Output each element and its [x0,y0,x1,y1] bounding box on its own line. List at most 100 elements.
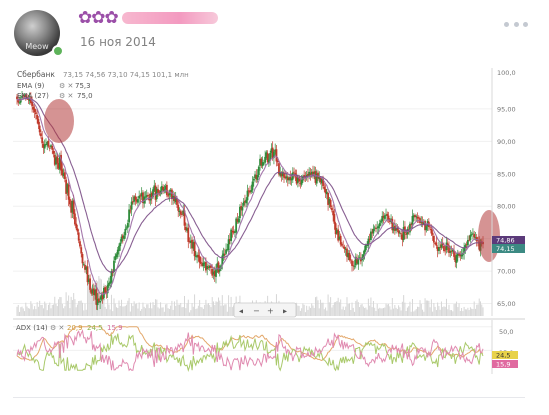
volume-bar [81,302,83,316]
candle-body [343,246,346,250]
volume-bar [221,295,223,316]
candle-body [52,150,55,154]
volume-bar [75,307,77,316]
ema27-settings-icon[interactable]: ⚙ ✕ [59,92,73,100]
post-header: Meow ✿✿✿ 16 ноя 2014 [0,0,549,70]
volume-bar [180,302,182,316]
candle-body [415,215,418,217]
volume-bar [206,304,208,316]
volume-bar [79,300,81,316]
volume-bar [20,307,22,316]
more-options-button[interactable] [504,17,528,31]
volume-bar [410,311,412,316]
volume-bar [371,307,373,316]
candle-body [425,226,428,231]
highlight-ellipse-left [44,99,74,143]
volume-bar [476,304,478,316]
post-date[interactable]: 16 ноя 2014 [80,35,156,49]
volume-bar [314,297,316,316]
candle-body [41,137,44,144]
volume-bar [138,302,140,316]
candle-body [74,213,76,225]
candle-body [147,194,149,197]
volume-bar [417,306,419,316]
volume-bar [303,304,305,316]
volume-bar [224,304,226,316]
volume-bar [80,300,82,316]
volume-bar [342,306,344,316]
volume-bar [121,299,123,316]
ema27-label: EMA (27) [17,92,49,100]
volume-bar [143,306,145,316]
volume-bar [63,308,65,316]
candle-body [411,215,414,225]
volume-bar [346,297,348,316]
zoom-out-button[interactable]: − [253,307,260,316]
candle-body [246,190,249,201]
volume-bar [115,307,117,316]
volume-bar [192,306,194,316]
post-divider [13,397,525,398]
candle-body [47,141,50,147]
volume-bar [142,302,144,316]
candle-body [241,206,244,211]
volume-bar [16,306,18,316]
volume-bar [331,307,333,316]
volume-bar [50,308,52,316]
candle-body [168,193,171,196]
volume-bar [396,309,398,316]
price-tick-label: 65,00 [497,300,516,308]
volume-bar [231,307,233,316]
volume-bar [448,304,450,316]
volume-bar [59,296,61,316]
volume-bar [39,300,41,316]
volume-bar [429,307,431,316]
volume-bar [144,308,146,316]
volume-bar [304,312,306,316]
volume-bar [403,295,405,316]
candle-body [227,239,230,250]
scroll-left-button[interactable]: ◂ [239,307,243,316]
volume-bar [146,304,148,316]
volume-bar [335,301,337,316]
candle-body [82,263,85,265]
volume-bar [134,304,136,316]
chart-image[interactable]: Сбербанк 73,15 74,56 73,10 74,15 101,1 м… [13,68,525,378]
volume-bar [456,301,458,316]
volume-bar [153,305,155,316]
volume-bar [415,309,417,316]
ema9-settings-icon[interactable]: ⚙ ✕ [59,82,73,90]
volume-bar [367,298,369,316]
candle-body [329,199,332,207]
volume-bar [175,305,177,316]
volume-bar [186,303,188,316]
candle-body [43,144,46,149]
adx-settings-icon[interactable]: ⚙ ✕ [50,324,64,332]
volume-bar [30,301,32,316]
volume-bar [107,299,109,316]
volume-bar [84,303,86,316]
volume-bar [337,297,339,316]
volume-bar [185,308,187,316]
volume-bar [473,301,475,316]
volume-bar [167,308,169,316]
volume-bar [375,311,377,316]
volume-bar [181,307,183,316]
candle-body [126,223,129,228]
volume-bar [478,298,480,316]
volume-bar [31,304,33,316]
volume-bar [323,309,325,316]
price-tick-label: 95,00 [497,105,516,113]
candle-body [431,232,434,235]
volume-bar [374,307,376,316]
candle-body [293,171,295,173]
author-name[interactable]: ✿✿✿ [78,7,218,29]
volume-bar [220,305,222,316]
volume-bar [19,311,21,316]
zoom-in-button[interactable]: + [267,307,274,316]
scroll-right-button[interactable]: ▸ [283,307,287,316]
candle-body [76,228,79,232]
volume-bar [218,297,220,316]
volume-bar [432,311,434,316]
volume-bar [61,303,63,316]
